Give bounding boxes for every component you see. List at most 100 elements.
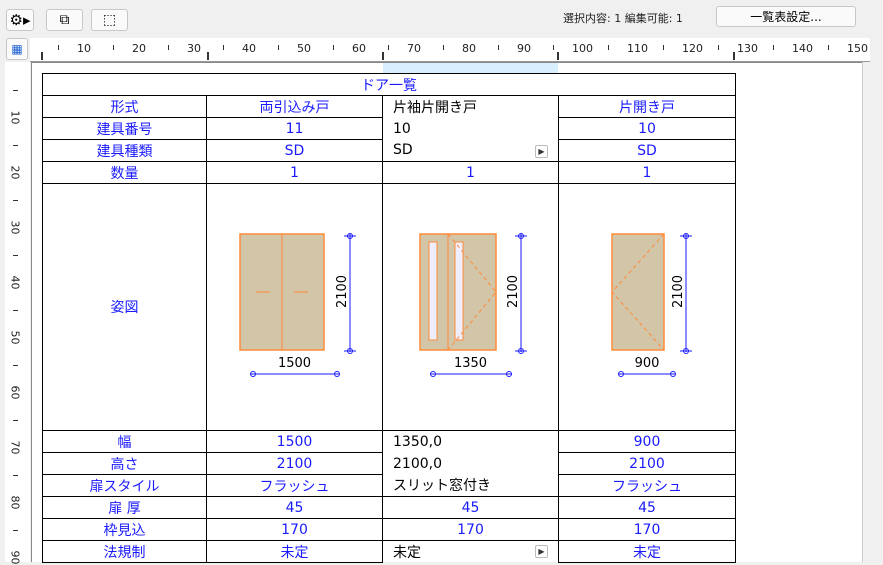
cell-text: 両引込み戸 [259,99,330,116]
door-drawing-cell: 2100 900 [558,183,736,431]
dim-line-width [429,371,512,377]
cell-value[interactable]: 両引込み戸 [206,95,383,118]
cell-text: 2100 [629,455,665,472]
cell-value[interactable]: フラッシュ [206,474,383,497]
cell-text: 170 [457,521,484,538]
ruler-label: 50 [8,330,22,345]
ruler-label: 90 [517,42,531,55]
horizontal-ruler: 10 20 30 40 50 60 70 80 90 100 110 120 130 140 150 [30,38,870,62]
cell-text: 未定 [393,544,421,561]
table-row: 幅 1500 1350,0 900 [42,430,736,453]
cell-text: 2100,0 [393,455,442,472]
row-label: 扉 厚 [42,496,207,519]
ruler-label: 40 [8,275,22,290]
select-3d-button[interactable]: ⬚ [91,9,128,31]
height-dimension: 2100 [671,274,687,309]
ruler-label: 90 [8,550,22,565]
ruler-tick [387,45,389,50]
cell-text: SD [637,142,657,159]
schedule-title: ドア一覧 [42,73,736,96]
ruler-tick [607,45,609,50]
select-frame-button[interactable]: ⧉ [46,9,83,31]
cell-value[interactable]: 900 [558,430,736,453]
row-label: 扉スタイル [42,474,207,497]
column-marker[interactable] [557,52,559,60]
column-marker[interactable] [207,52,209,60]
ruler-label: 20 [8,165,22,180]
cell-value[interactable]: 10 [382,117,559,140]
cell-value[interactable]: 10 [558,117,736,140]
cell-value[interactable]: 170 [382,518,559,541]
ruler-tick [497,45,499,50]
cell-value[interactable]: 170 [206,518,383,541]
cell-value[interactable]: スリット窓付き [382,474,559,497]
cell-text: 45 [461,499,480,516]
ruler-tick [13,144,18,146]
cell-text: 未定 [280,544,309,561]
ruler-tick [772,45,774,50]
ruler-label: 70 [407,42,421,55]
dim-line-width [249,371,340,377]
cell-value[interactable]: 45 [206,496,383,519]
table-row: 建具番号 11 10 10 [42,117,736,140]
ruler-tick [222,45,224,50]
column-marker[interactable] [41,52,43,60]
settings-gear-button[interactable]: ⚙▸ [6,9,34,31]
row-label: 姿図 [42,183,207,431]
ruler-tick [13,474,18,476]
cell-value[interactable]: フラッシュ [558,474,736,497]
cell-value[interactable]: 1 [206,161,383,184]
width-dimension: 900 [634,356,660,371]
expand-arrow-icon[interactable]: ▶ [535,145,548,159]
cell-value[interactable]: 未定 [206,540,383,563]
vertical-ruler: 10 20 30 40 50 60 70 80 90 [5,62,30,565]
schedule-settings-button[interactable]: 一覧表設定... [716,6,856,27]
selection-status: 選択内容: 1 編集可能: 1 [563,12,683,25]
door-elevation-svg [238,233,356,377]
ruler-tick [552,45,554,50]
cell-value[interactable]: 1350,0 [382,430,559,453]
cell-value[interactable]: 1 [382,161,559,184]
cell-value[interactable]: 45 [558,496,736,519]
row-label: 法規制 [42,540,207,563]
cell-value[interactable]: 2100 [558,452,736,475]
ruler-tick [57,45,59,50]
table-row: 数量 1 1 1 [42,161,736,184]
cell-value[interactable]: SD [206,139,383,162]
ruler-label: 40 [242,42,256,55]
ruler-tick [112,45,114,50]
table-row: 形式 両引込み戸 片袖片開き戸 片開き戸 [42,95,736,118]
column-marker[interactable] [382,52,384,60]
cell-value[interactable]: 2100,0 [382,452,559,475]
table-row: 枠見込 170 170 170 [42,518,736,541]
cell-value[interactable]: 未定 ▶ [382,540,559,563]
cell-value[interactable]: 45 [382,496,559,519]
cell-value[interactable]: 片袖片開き戸 [382,95,559,118]
cell-value[interactable]: 未定 [558,540,736,563]
ruler-label: 20 [132,42,146,55]
row-label: 高さ [42,452,207,475]
gear-icon: ⚙▸ [9,11,31,29]
cell-value[interactable]: SD ▶ [382,139,559,162]
cell-value[interactable]: 1500 [206,430,383,453]
schedule-sheet: ドア一覧 形式 両引込み戸 片袖片開き戸 片開き戸 建具番号 11 10 10 建具種類 SD SD… [31,62,862,563]
cell-value[interactable]: 2100 [206,452,383,475]
cell-value[interactable]: 170 [558,518,736,541]
cell-text: 片開き戸 [619,99,675,116]
cell-value[interactable]: 11 [206,117,383,140]
ruler-label: 80 [462,42,476,55]
table-row: 建具種類 SD SD ▶ SD [42,139,736,162]
ruler-label: 100 [572,42,593,55]
width-dimension: 1350 [453,356,488,371]
cell-value[interactable]: 片開き戸 [558,95,736,118]
expand-arrow-icon[interactable]: ▶ [535,544,548,558]
table-export-button[interactable]: ▦ [6,38,28,60]
ruler-tick [332,45,334,50]
column-marker[interactable] [733,52,735,60]
cell-value[interactable]: 1 [558,161,736,184]
cell-text: 1 [642,164,652,181]
vertical-scrollbar[interactable] [862,62,883,562]
ruler-label: 140 [792,42,813,55]
cell-value[interactable]: SD [558,139,736,162]
ruler-label: 60 [352,42,366,55]
